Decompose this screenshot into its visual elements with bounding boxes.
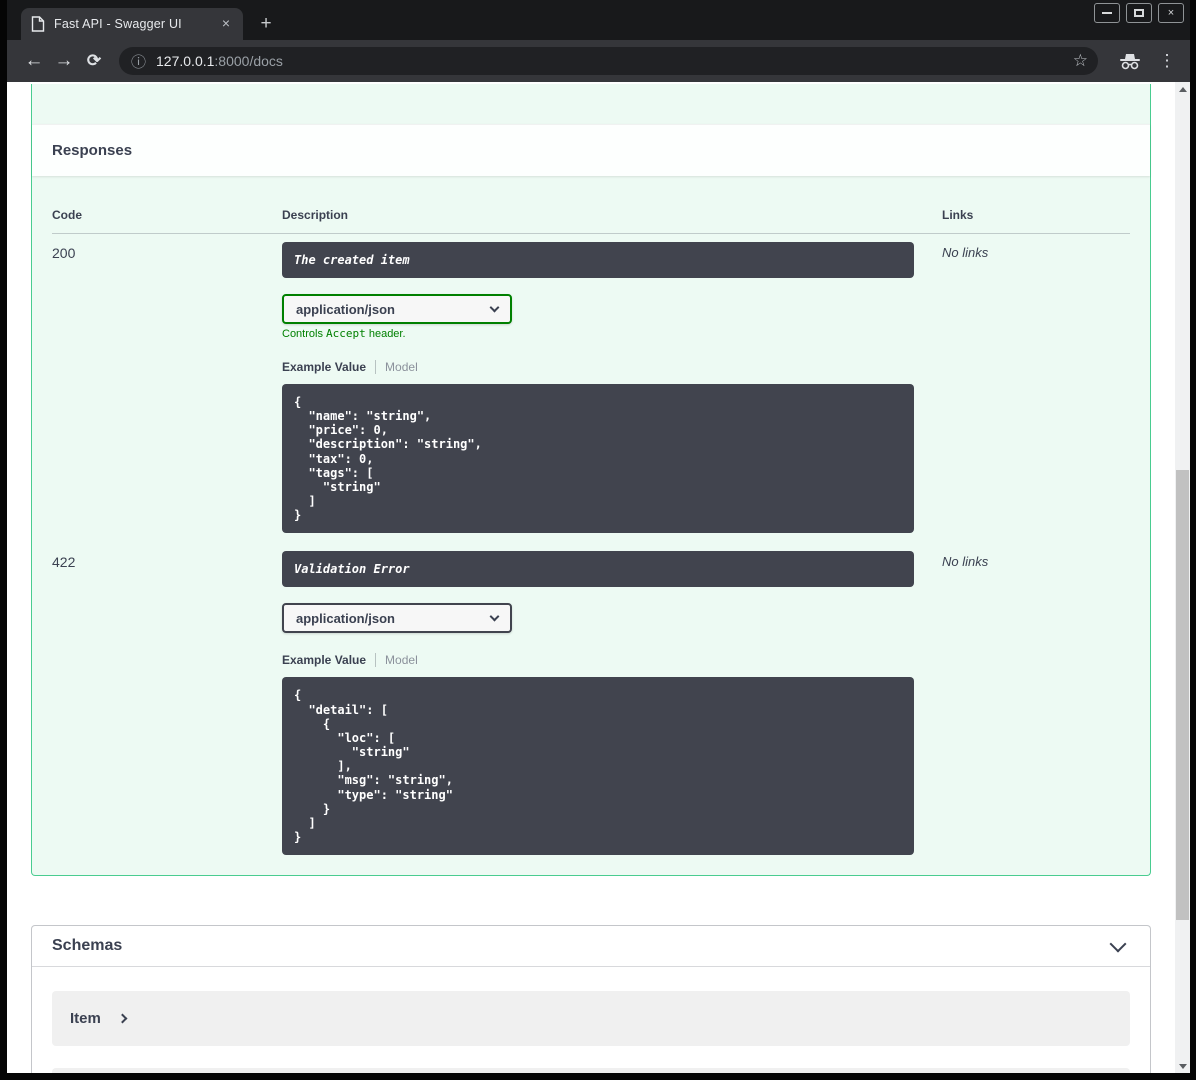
maximize-icon <box>1134 9 1144 17</box>
new-tab-button[interactable]: + <box>253 11 279 37</box>
schema-validationerror[interactable]: ValidationError <box>52 1068 1130 1073</box>
scrollbar-thumb[interactable] <box>1176 470 1189 920</box>
opblock-spacer <box>32 84 1150 124</box>
media-type-value: application/json <box>296 301 395 317</box>
url-path: :8000/docs <box>214 53 283 69</box>
example-json-200: { "name": "string", "price": 0, "descrip… <box>282 384 914 534</box>
accept-header-note: Controls Accept header. <box>282 327 942 340</box>
maximize-button[interactable] <box>1126 3 1152 23</box>
description-column-header: Description <box>282 208 349 222</box>
vertical-scrollbar[interactable] <box>1175 82 1190 1073</box>
scroll-up-arrow-icon[interactable] <box>1175 82 1190 96</box>
example-model-tabs: Example Value Model <box>282 653 942 668</box>
schemas-header[interactable]: Schemas <box>32 926 1150 968</box>
tab-title: Fast API - Swagger UI <box>54 17 182 31</box>
response-row-200: 200 The created item application/json Co… <box>52 234 1130 534</box>
responses-table: Code Description Links 200 The created i… <box>32 176 1150 875</box>
schemas-section: Schemas Item ValidationError <box>31 925 1151 1073</box>
code-column-header: Code <box>52 208 82 222</box>
response-code: 422 <box>52 554 76 571</box>
response-row-422: 422 Validation Error application/json Ex… <box>52 543 1130 856</box>
bookmark-star-icon[interactable]: ☆ <box>1073 51 1088 71</box>
minimize-icon <box>1102 12 1112 14</box>
response-code: 200 <box>52 245 76 261</box>
media-type-select[interactable]: application/json <box>282 294 512 324</box>
url-text: 127.0.0.1:8000/docs <box>156 53 283 69</box>
response-description-cell: Validation Error application/json Exampl… <box>282 551 942 856</box>
example-model-tabs: Example Value Model <box>282 360 942 374</box>
responses-table-header: Code Description Links <box>52 196 1130 234</box>
response-description: The created item <box>282 242 914 278</box>
example-json-422: { "detail": [ { "loc": [ "string" ], "ms… <box>282 677 914 856</box>
scroll-down-arrow-icon[interactable] <box>1175 1059 1190 1073</box>
tab-close-icon[interactable]: × <box>217 15 235 33</box>
reload-icon[interactable]: ⟳ <box>79 46 109 76</box>
schema-name: Item <box>70 1010 101 1028</box>
accept-note-code: Accept <box>326 327 366 340</box>
tab-example-value[interactable]: Example Value <box>282 653 366 667</box>
response-description: Validation Error <box>282 551 914 588</box>
response-description-cell: The created item application/json Contro… <box>282 242 942 534</box>
minimize-button[interactable] <box>1094 3 1120 23</box>
back-icon[interactable]: ← <box>19 46 49 76</box>
schema-item[interactable]: Item <box>52 991 1130 1047</box>
forward-icon[interactable]: → <box>49 46 79 76</box>
links-column-header: Links <box>942 208 974 222</box>
browser-window: Fast API - Swagger UI × + × ← → ⟳ ⓘ 127.… <box>0 0 1196 1080</box>
address-bar[interactable]: ⓘ 127.0.0.1:8000/docs ☆ <box>119 47 1098 75</box>
chevron-down-icon[interactable] <box>1109 935 1127 953</box>
document-icon <box>31 16 45 32</box>
site-info-icon[interactable]: ⓘ <box>131 51 146 72</box>
chevron-down-icon <box>489 611 500 622</box>
tab-example-value[interactable]: Example Value <box>282 360 366 374</box>
browser-menu-icon[interactable]: ⋮ <box>1156 51 1178 71</box>
opblock-responses-section: Responses Code Description Links 200 The… <box>31 84 1151 877</box>
media-type-select[interactable]: application/json <box>282 603 512 634</box>
response-links: No links <box>942 245 989 260</box>
window-controls: × <box>1094 3 1184 23</box>
url-host: 127.0.0.1 <box>156 53 215 69</box>
tab-model[interactable]: Model <box>385 360 418 374</box>
tab-model[interactable]: Model <box>385 653 418 667</box>
response-links: No links <box>942 554 989 570</box>
accept-note-suffix: header. <box>365 328 406 340</box>
chevron-right-icon <box>117 1013 128 1024</box>
browser-tab[interactable]: Fast API - Swagger UI × <box>21 8 243 40</box>
accept-note-prefix: Controls <box>282 328 327 340</box>
swagger-page: Responses Code Description Links 200 The… <box>7 82 1175 1073</box>
chevron-down-icon <box>489 302 500 312</box>
page-content: Responses Code Description Links 200 The… <box>7 82 1190 1073</box>
incognito-icon <box>1120 54 1140 70</box>
responses-section-header: Responses <box>32 124 1150 176</box>
media-type-value: application/json <box>296 610 395 626</box>
tab-strip: Fast API - Swagger UI × + × <box>7 0 1190 40</box>
browser-toolbar: ← → ⟳ ⓘ 127.0.0.1:8000/docs ☆ ⋮ <box>7 40 1190 82</box>
schemas-title: Schemas <box>52 937 123 955</box>
responses-title: Responses <box>52 142 133 159</box>
tab-divider <box>375 653 377 668</box>
tab-divider <box>375 360 377 374</box>
schemas-body: Item ValidationError <box>32 967 1150 1073</box>
close-button[interactable]: × <box>1158 3 1184 23</box>
